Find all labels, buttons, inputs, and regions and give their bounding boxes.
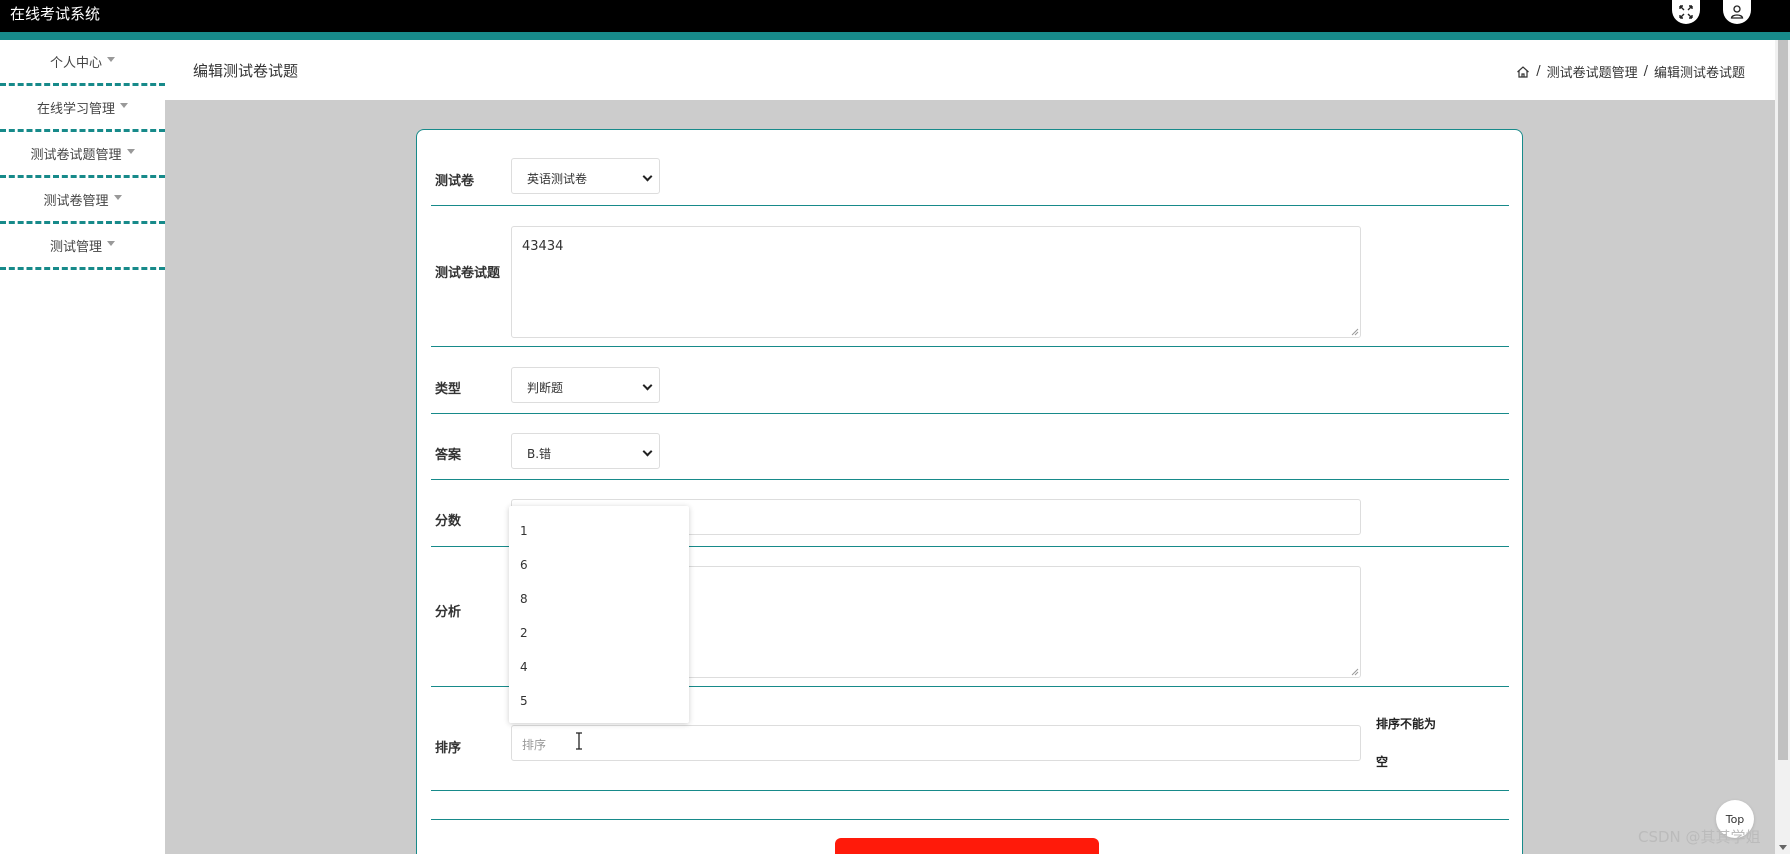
question-label: 测试卷试题: [435, 266, 501, 281]
answer-select-value: B.错: [527, 447, 552, 461]
resize-handle-icon[interactable]: [1351, 328, 1359, 336]
page-header: 编辑测试卷试题 / 测试卷试题管理 / 编辑测试卷试题: [165, 40, 1775, 100]
chevron-down-icon: [642, 171, 653, 182]
form-row-answer: 答案 B.错: [431, 414, 1509, 480]
sort-input[interactable]: 排序: [511, 725, 1361, 761]
home-icon[interactable]: [1516, 65, 1530, 79]
resize-handle-icon[interactable]: [1351, 668, 1359, 676]
submit-button[interactable]: [835, 838, 1099, 854]
breadcrumb-edit-question: 编辑测试卷试题: [1653, 66, 1745, 81]
top-bar: 在线考试系统: [0, 0, 1790, 32]
sidebar-item-personal-center[interactable]: 个人中心: [0, 40, 165, 86]
expand-arrows-icon: [1679, 5, 1693, 19]
sidebar-item-paper-management[interactable]: 测试卷管理: [0, 178, 165, 224]
type-select-value: 判断题: [527, 381, 564, 395]
sidebar-item-label: 个人中心: [49, 56, 102, 71]
app-title: 在线考试系统: [10, 5, 101, 23]
fullscreen-icon[interactable]: [1672, 0, 1700, 24]
page-scrollbar[interactable]: [1775, 40, 1790, 854]
chevron-down-icon: [642, 446, 653, 457]
breadcrumb-separator: /: [1536, 64, 1541, 79]
question-textarea[interactable]: 43434: [511, 226, 1361, 338]
autocomplete-option[interactable]: 5: [509, 684, 689, 718]
caret-down-icon: [107, 57, 115, 62]
user-avatar-icon[interactable]: [1723, 0, 1751, 24]
caret-down-icon: [120, 103, 128, 108]
caret-down-icon: [126, 149, 135, 154]
form-row-type: 类型 判断题: [431, 347, 1509, 414]
sort-label: 排序: [435, 741, 462, 756]
question-text: 43434: [522, 239, 564, 254]
autocomplete-option[interactable]: 8: [509, 582, 689, 616]
watermark: CSDN @其其学姐: [1638, 828, 1761, 846]
sort-error-message: 排序不能为空: [1376, 717, 1437, 769]
sort-autocomplete-dropdown: 1 6 8 2 4 5: [509, 506, 689, 723]
paper-select-value: 英语测试卷: [527, 172, 588, 186]
answer-label: 答案: [435, 448, 462, 463]
score-label: 分数: [435, 514, 462, 529]
scrollbar-thumb[interactable]: [1778, 40, 1788, 760]
scroll-down-arrow-icon[interactable]: [1779, 845, 1787, 850]
caret-down-icon: [113, 195, 122, 200]
text-cursor-icon: [576, 732, 582, 750]
sidebar-item-online-learning[interactable]: 在线学习管理: [0, 86, 165, 132]
chevron-down-icon: [642, 380, 653, 391]
page-title: 编辑测试卷试题: [193, 62, 299, 80]
form-row-divider: [431, 791, 1509, 820]
type-select[interactable]: 判断题: [511, 367, 660, 403]
autocomplete-option[interactable]: 4: [509, 650, 689, 684]
form-row-paper: 测试卷 英语测试卷: [431, 130, 1509, 206]
autocomplete-option[interactable]: 2: [509, 616, 689, 650]
paper-label: 测试卷: [435, 174, 475, 189]
top-accent-bar: [0, 32, 1790, 40]
sidebar-item-test-management[interactable]: 测试管理: [0, 224, 165, 270]
sidebar: 个人中心 在线学习管理 测试卷试题管理 测试卷管理 测试管理: [0, 40, 165, 270]
sidebar-item-label: 在线学习管理: [36, 102, 115, 117]
analysis-label: 分析: [435, 605, 462, 620]
breadcrumb: / 测试卷试题管理 / 编辑测试卷试题: [1516, 62, 1745, 81]
breadcrumb-question-management[interactable]: 测试卷试题管理: [1547, 62, 1638, 81]
caret-down-icon: [107, 241, 115, 246]
autocomplete-option[interactable]: 6: [509, 548, 689, 582]
type-label: 类型: [435, 382, 462, 397]
user-icon: [1730, 5, 1744, 19]
sidebar-item-question-management[interactable]: 测试卷试题管理: [0, 132, 165, 178]
form-row-question: 测试卷试题 43434: [431, 206, 1509, 347]
answer-select[interactable]: B.错: [511, 433, 660, 469]
paper-select[interactable]: 英语测试卷: [511, 158, 660, 194]
autocomplete-option[interactable]: 1: [509, 514, 689, 548]
sidebar-item-label: 测试卷试题管理: [30, 148, 122, 163]
breadcrumb-separator: /: [1643, 64, 1648, 79]
sidebar-item-label: 测试卷管理: [43, 194, 109, 209]
sort-placeholder: 排序: [522, 738, 547, 752]
sidebar-item-label: 测试管理: [49, 240, 102, 255]
